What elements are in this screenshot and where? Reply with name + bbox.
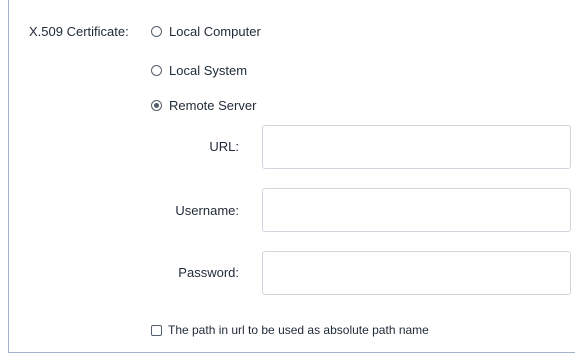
absolute-path-checkbox-row[interactable]: The path in url to be used as absolute p… [151,323,429,337]
url-input[interactable] [262,125,571,169]
radio-remote-server[interactable]: Remote Server [151,98,256,113]
radio-local-system-label: Local System [169,63,248,78]
password-label: Password: [178,265,239,280]
radio-local-system[interactable]: Local System [151,63,247,78]
url-label: URL: [209,139,239,154]
checkbox-icon[interactable] [151,324,162,336]
absolute-path-label: The path in url to be used as absolute p… [168,323,429,337]
radio-selected-icon[interactable] [151,100,162,111]
radio-remote-server-label: Remote Server [169,98,257,113]
certificate-settings-panel: X.509 Certificate: Local Computer Local … [8,0,576,353]
password-input[interactable] [262,251,571,295]
username-label: Username: [175,203,239,218]
x509-certificate-label: X.509 Certificate: [29,24,129,39]
radio-local-computer-label: Local Computer [169,24,261,39]
radio-circle-icon[interactable] [151,65,162,76]
username-input[interactable] [262,188,571,232]
radio-circle-icon[interactable] [151,26,162,37]
radio-local-computer[interactable]: Local Computer [151,24,261,39]
